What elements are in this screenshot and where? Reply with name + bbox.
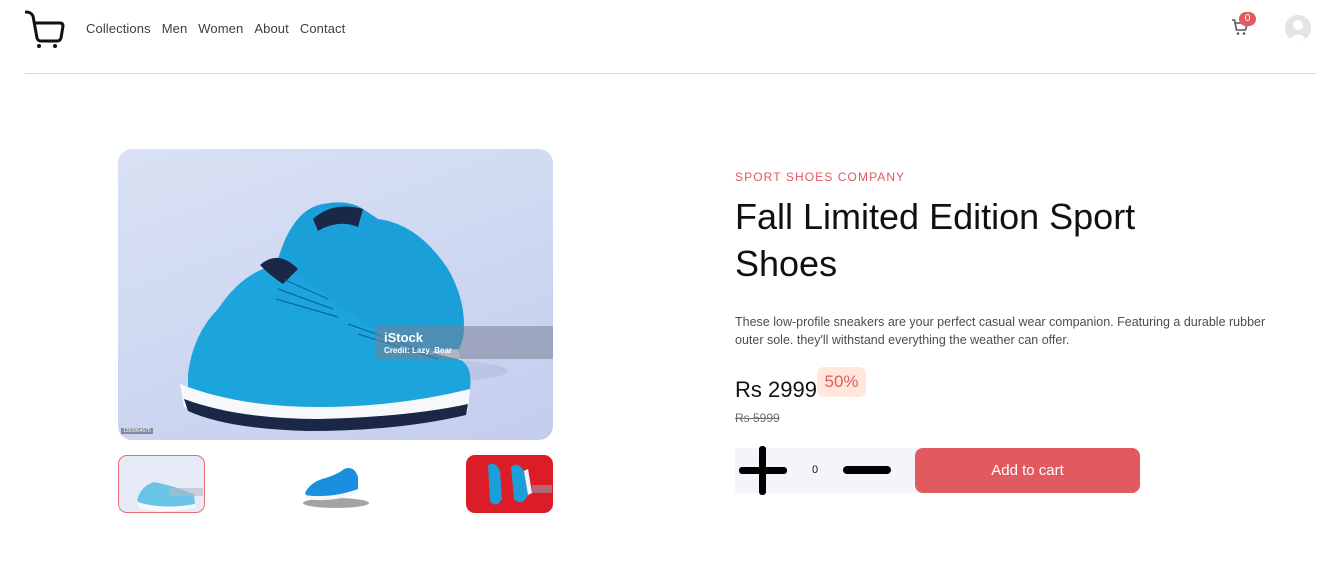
site-header: Collections Men Women About Contact 0 xyxy=(25,0,1316,74)
nav-women[interactable]: Women xyxy=(198,21,243,36)
cart-count-badge: 0 xyxy=(1239,12,1256,26)
company-name: SPORT SHOES COMPANY xyxy=(735,170,906,184)
avatar-icon xyxy=(1285,15,1311,41)
nav-contact[interactable]: Contact xyxy=(300,21,346,36)
thumbnail-3-shoes xyxy=(488,463,552,505)
original-price: Rs 5999 xyxy=(735,411,780,425)
main-product-image[interactable] xyxy=(118,149,553,440)
cart-logo-icon[interactable] xyxy=(25,10,65,50)
thumbnail-2-shoe xyxy=(303,468,369,508)
main-nav: Collections Men Women About Contact xyxy=(86,21,356,36)
nav-about[interactable]: About xyxy=(254,21,288,36)
nav-collections[interactable]: Collections xyxy=(86,21,151,36)
plus-icon[interactable] xyxy=(737,446,787,496)
discount-badge: 50% xyxy=(817,367,866,397)
minus-icon[interactable] xyxy=(843,466,891,474)
current-price: Rs 2999 xyxy=(735,377,817,402)
thumbnail-1-shoe xyxy=(137,482,203,511)
quantity-value: 0 xyxy=(811,464,819,476)
shoes-photo xyxy=(180,202,508,431)
quantity-stepper: 0 xyxy=(735,446,921,496)
thumbnail-2[interactable] xyxy=(292,455,379,513)
avatar[interactable] xyxy=(1285,15,1311,41)
thumbnail-1[interactable] xyxy=(118,455,205,513)
thumbnail-3[interactable] xyxy=(466,455,553,513)
nav-men[interactable]: Men xyxy=(162,21,188,36)
watermark-brand: iStock xyxy=(384,330,424,345)
add-to-cart-button[interactable]: Add to cart xyxy=(915,448,1140,493)
product-title: Fall Limited Edition Sport Shoes xyxy=(735,196,1136,284)
watermark-credit: Credit: Lazy_Bear xyxy=(384,346,453,355)
image-id-label: 1355964575 xyxy=(121,428,153,434)
product-description: These low-profile sneakers are your perf… xyxy=(735,315,1266,347)
